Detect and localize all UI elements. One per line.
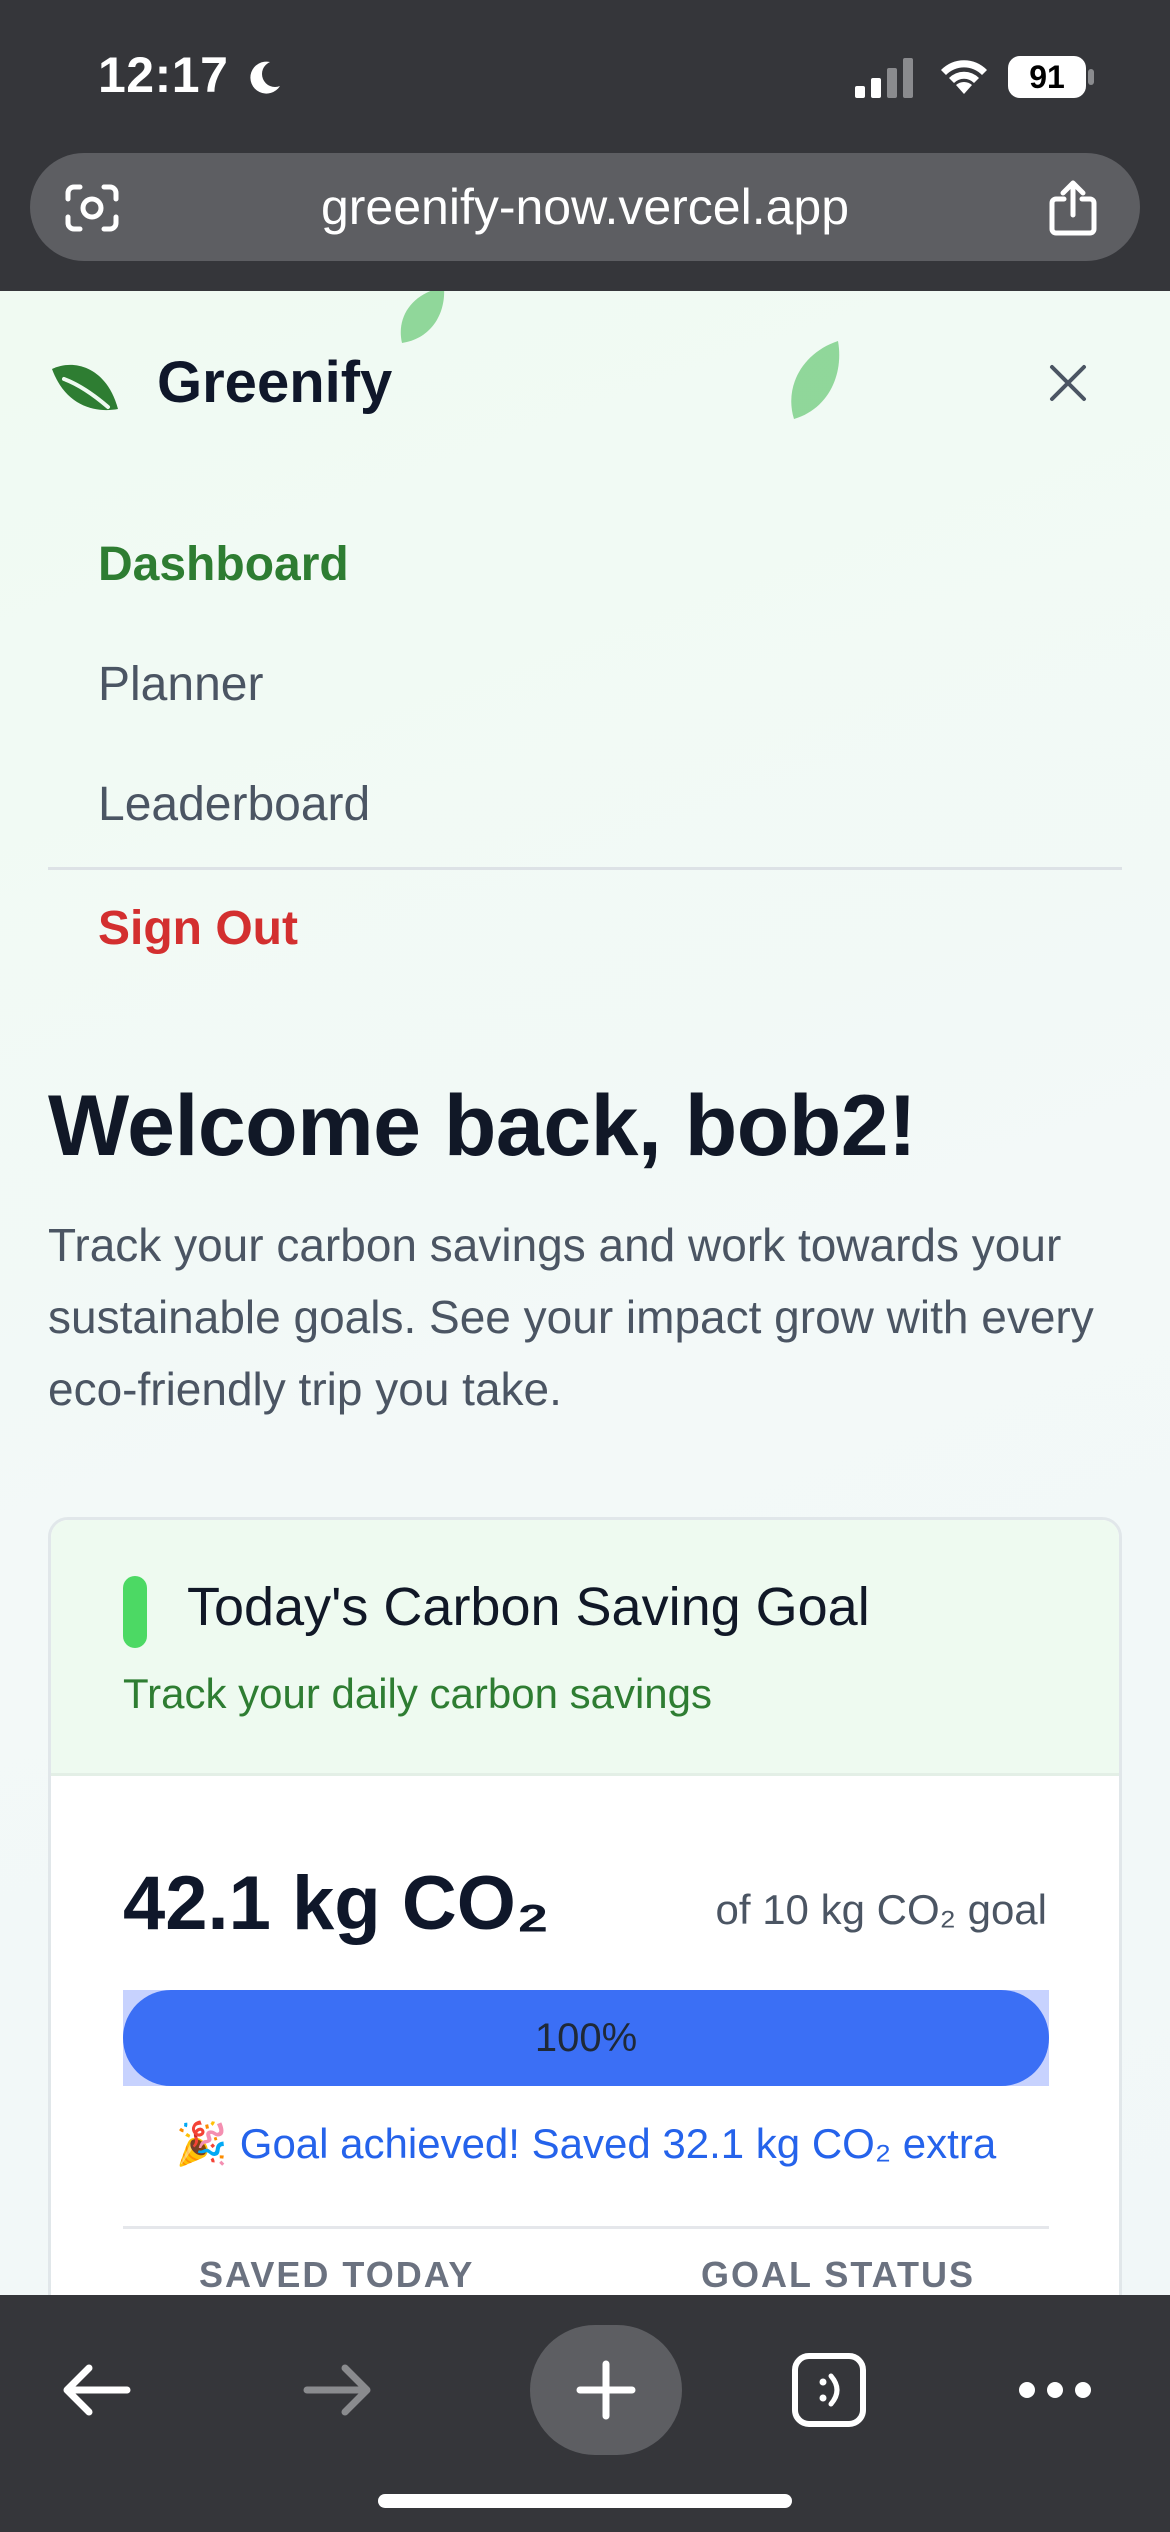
plus-icon [576, 2360, 636, 2420]
share-icon[interactable] [1046, 179, 1100, 237]
status-bar: 12:17 91 [0, 0, 1170, 150]
stat-label-goal-status: GOAL STATUS [701, 2254, 975, 2295]
web-page: Greenify Dashboard Planner Leaderboard S… [0, 291, 1170, 2295]
goal-card-header: Today's Carbon Saving Goal Track your da… [51, 1520, 1119, 1776]
welcome-subtitle: Track your carbon savings and work towar… [48, 1219, 1094, 1415]
card-divider [123, 2226, 1049, 2229]
nav-item-leaderboard[interactable]: Leaderboard [98, 777, 370, 832]
forward-arrow-icon [303, 2364, 371, 2416]
signal-icon [855, 58, 913, 98]
more-icon [1019, 2382, 1091, 2398]
accent-bar [123, 1576, 147, 1648]
goal-achieved-message: 🎉 Goal achieved! Saved 32.1 kg CO₂ extra [123, 2120, 1049, 2169]
welcome-title: Welcome back, bob2! [48, 1078, 917, 1174]
battery-level: 91 [1029, 59, 1065, 95]
more-menu-button[interactable] [1000, 2335, 1110, 2445]
address-bar[interactable]: greenify-now.vercel.app [30, 153, 1140, 261]
goal-card: Today's Carbon Saving Goal Track your da… [48, 1517, 1122, 2295]
leaf-logo-icon[interactable] [50, 361, 120, 413]
decorative-leaf-icon [791, 341, 840, 419]
tabs-button[interactable] [774, 2335, 884, 2445]
saved-value: 42.1 kg CO₂ [123, 1861, 550, 1946]
back-arrow-icon [63, 2364, 131, 2416]
brand-name[interactable]: Greenify [157, 349, 392, 416]
back-button[interactable] [40, 2335, 150, 2445]
close-icon [1050, 365, 1086, 401]
lens-camera-icon[interactable] [64, 183, 120, 233]
home-indicator[interactable] [378, 2494, 792, 2508]
close-menu-button[interactable] [1036, 351, 1100, 415]
nav-divider [48, 867, 1122, 870]
new-tab-button[interactable] [530, 2325, 682, 2455]
goal-card-title: Today's Carbon Saving Goal [187, 1577, 870, 1637]
moon-icon [250, 61, 280, 94]
url-text[interactable]: greenify-now.vercel.app [160, 153, 1010, 261]
goal-target: of 10 kg CO₂ goal [715, 1886, 1048, 1933]
party-popper-icon: 🎉 [175, 2120, 229, 2167]
progress-label: 100% [534, 2016, 638, 2060]
status-time: 12:17 [98, 47, 229, 103]
nav-item-dashboard[interactable]: Dashboard [98, 537, 349, 592]
sign-out-link[interactable]: Sign Out [98, 901, 298, 956]
decorative-leaf-icon [400, 291, 445, 343]
tabs-icon [792, 2353, 866, 2427]
progress-track: 100% [123, 1990, 1049, 2086]
nav-item-planner[interactable]: Planner [98, 657, 263, 712]
stat-label-saved-today: SAVED TODAY [199, 2254, 475, 2295]
goal-card-subtitle: Track your daily carbon savings [123, 1670, 713, 1717]
wifi-icon [941, 60, 987, 94]
forward-button[interactable] [284, 2335, 394, 2445]
goal-achieved-text: Goal achieved! Saved 32.1 kg CO₂ extra [239, 2120, 997, 2167]
